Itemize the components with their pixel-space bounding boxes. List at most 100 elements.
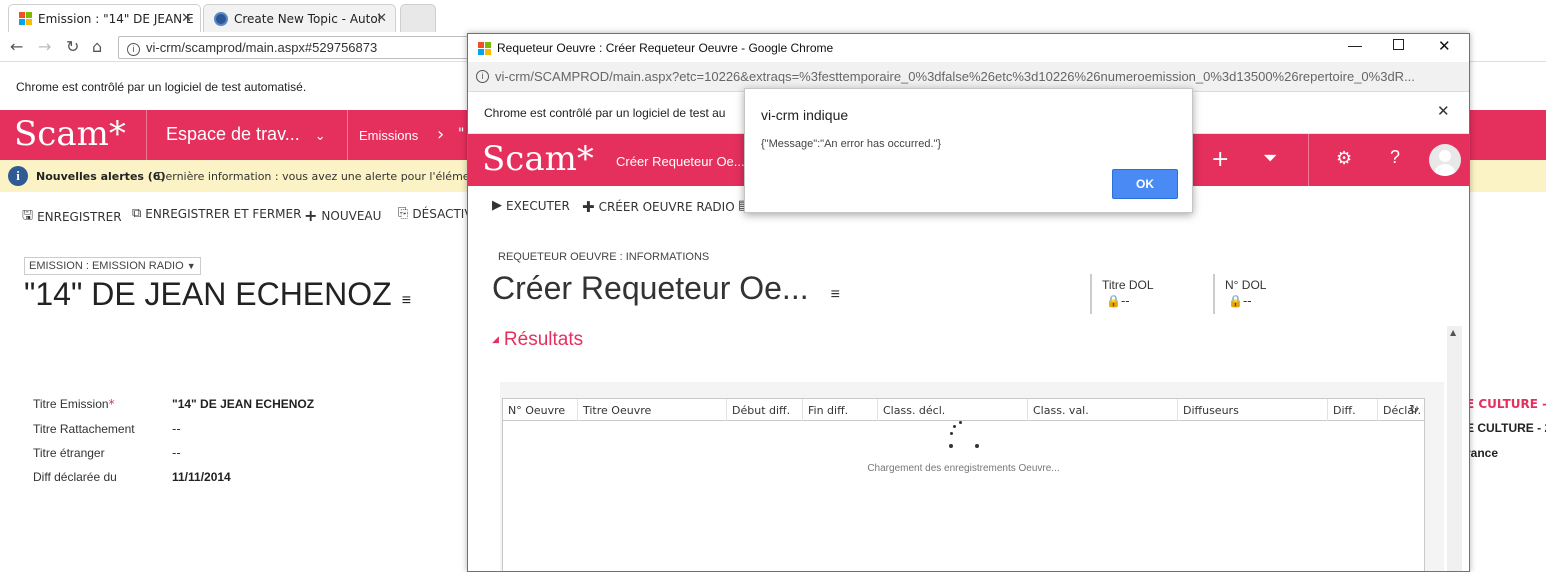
column-header[interactable]: Class. val. [1028,399,1178,421]
forward-icon[interactable]: → [38,37,51,56]
close-window-icon[interactable]: ✕ [1438,37,1451,55]
tab-emission[interactable]: Emission : "14" DE JEAN E ✕ [8,4,201,32]
automation-notice: Chrome est contrôlé par un logiciel de t… [16,80,307,94]
collapse-triangle-icon: ◢ [492,334,499,345]
workspace-label: Espace de trav... [166,124,300,144]
column-header[interactable]: Fin diff. [803,399,878,421]
plus-icon: + [304,206,318,225]
close-infobar-icon[interactable]: ✕ [1437,102,1450,120]
filter-icon[interactable]: ⏷ [1263,148,1277,169]
refresh-icon[interactable]: ↻ [1409,402,1419,416]
ok-button[interactable]: OK [1112,169,1178,199]
divider [1213,274,1215,314]
deactivate-button[interactable]: ⎘ DÉSACTIV [398,206,473,221]
minimize-icon[interactable]: — [1348,37,1362,53]
breadcrumb-separator-icon: › [437,124,445,145]
column-header[interactable]: Diff. [1328,399,1378,421]
column-header[interactable]: Diffuseurs [1178,399,1328,421]
results-title: Résultats [503,329,584,350]
field-value[interactable]: -- [172,446,181,460]
chevron-down-icon: ⌄ [314,128,326,143]
home-icon[interactable]: ⌂ [92,37,102,56]
tab-title: Emission : "14" DE JEAN E [38,11,194,26]
popup-record-title: Créer Requeteur Oe... ≡ [492,270,840,307]
field-label: Titre Rattachement [33,422,135,436]
lock-icon: 🔒 [1228,294,1243,308]
save-button[interactable]: 🖫 ENREGISTRER [22,206,122,228]
popup-record-title-text: Créer Requeteur Oe... [492,270,809,306]
side-value: rance [1466,446,1499,460]
address-bar[interactable]: i vi-crm/scamprod/main.aspx#529756873 [118,36,473,59]
form-selector[interactable]: EMISSION : EMISSION RADIO ▼ [24,257,201,275]
deactivate-label: DÉSACTIV [412,206,473,221]
field-label: Titre étranger [33,446,105,460]
deactivate-icon: ⎘ [398,206,409,221]
plus-icon[interactable]: + [1211,147,1229,172]
tab-strip: Emission : "14" DE JEAN E ✕ Create New T… [0,0,1546,33]
avatar[interactable] [1429,144,1461,176]
record-title-text: "14" DE JEAN ECHENOZ [24,276,392,312]
popup-url-text: vi-crm/SCAMPROD/main.aspx?etc=10226&extr… [495,69,1415,84]
new-button[interactable]: + NOUVEAU [304,206,381,225]
results-section-header[interactable]: ◢ Résultats [492,329,583,351]
close-tab-icon[interactable]: ✕ [376,11,387,26]
help-icon[interactable]: ? [1390,147,1400,168]
maximize-icon[interactable] [1393,39,1404,50]
field-value[interactable]: 11/11/2014 [172,470,231,484]
alert-dialog: vi-crm indique {"Message":"An error has … [744,88,1193,213]
popup-page-label[interactable]: Créer Requeteur Oe... [616,154,745,169]
nav-record[interactable]: " [458,126,464,142]
column-header[interactable]: N° Oeuvre [503,399,578,421]
column-header[interactable]: Titre Oeuvre [578,399,727,421]
info-icon: i [476,70,489,83]
automation-notice: Chrome est contrôlé par un logiciel de t… [484,106,726,120]
close-tab-icon[interactable]: ✕ [181,11,192,26]
workspace-menu[interactable]: Espace de trav... ⌄ [166,124,326,145]
header-field-value-text: -- [1242,294,1252,308]
create-oeuvre-button[interactable]: ✚ CRÉER OEUVRE RADIO [582,198,735,216]
field-value[interactable]: -- [172,422,181,436]
nav-emissions[interactable]: Emissions [359,128,418,143]
menu-lines-icon[interactable]: ≡ [831,286,840,303]
microsoft-logo-icon [19,12,32,25]
alert-title[interactable]: Nouvelles alertes (6) [36,170,166,183]
floppy-icon: 🖫 [22,208,34,223]
header-field-value-text: -- [1120,294,1130,308]
required-marker: * [108,397,115,411]
back-icon[interactable]: ← [10,37,23,56]
dialog-title: vi-crm indique [761,107,849,123]
column-header[interactable]: Début diff. [727,399,803,421]
record-title: "14" DE JEAN ECHENOZ ≡ [24,276,411,313]
header-field-label: Titre DOL [1102,278,1154,292]
field-label: Diff déclarée du [33,470,117,484]
divider [347,110,348,160]
scroll-up-icon[interactable]: ▲ [1450,328,1456,337]
save-close-button[interactable]: ⧉ ENREGISTRER ET FERMER [132,206,301,221]
divider [1090,274,1092,314]
save-label: ENREGISTRER [37,210,122,224]
column-header[interactable]: Class. décl. [878,399,1028,421]
menu-lines-icon[interactable]: ≡ [402,292,411,309]
side-value: E CULTURE - 2 [1466,421,1546,435]
play-icon: ▶ [492,198,502,213]
scrollbar[interactable]: ▲ [1447,326,1462,571]
tab-create-topic[interactable]: Create New Topic - Autol ✕ [203,4,396,32]
popup-titlebar: Requeteur Oeuvre : Créer Requeteur Oeuvr… [468,34,1469,62]
section-label: REQUETEUR OEUVRE : INFORMATIONS [498,251,710,263]
grid-header: N° Oeuvre Titre Oeuvre Début diff. Fin d… [503,399,1424,421]
field-value[interactable]: "14" DE JEAN ECHENOZ [172,397,314,411]
info-icon: i [8,166,28,186]
field-label: Titre Emission [33,397,109,411]
new-tab-button[interactable] [400,4,436,32]
save-close-icon: ⧉ [132,206,142,221]
loading-spinner-icon [945,419,985,451]
gear-icon[interactable]: ⚙ [1336,148,1352,169]
reload-icon[interactable]: ↻ [66,37,79,56]
execute-button[interactable]: ▶ EXECUTER [492,198,570,213]
lock-icon: 🔒 [1106,294,1121,308]
new-label: NOUVEAU [321,208,382,223]
microsoft-logo-icon [478,42,491,55]
header-field-value: 🔒-- [1106,294,1130,308]
create-oeuvre-label: CRÉER OEUVRE RADIO [598,200,735,214]
side-value: E CULTURE - 2 [1466,397,1546,411]
